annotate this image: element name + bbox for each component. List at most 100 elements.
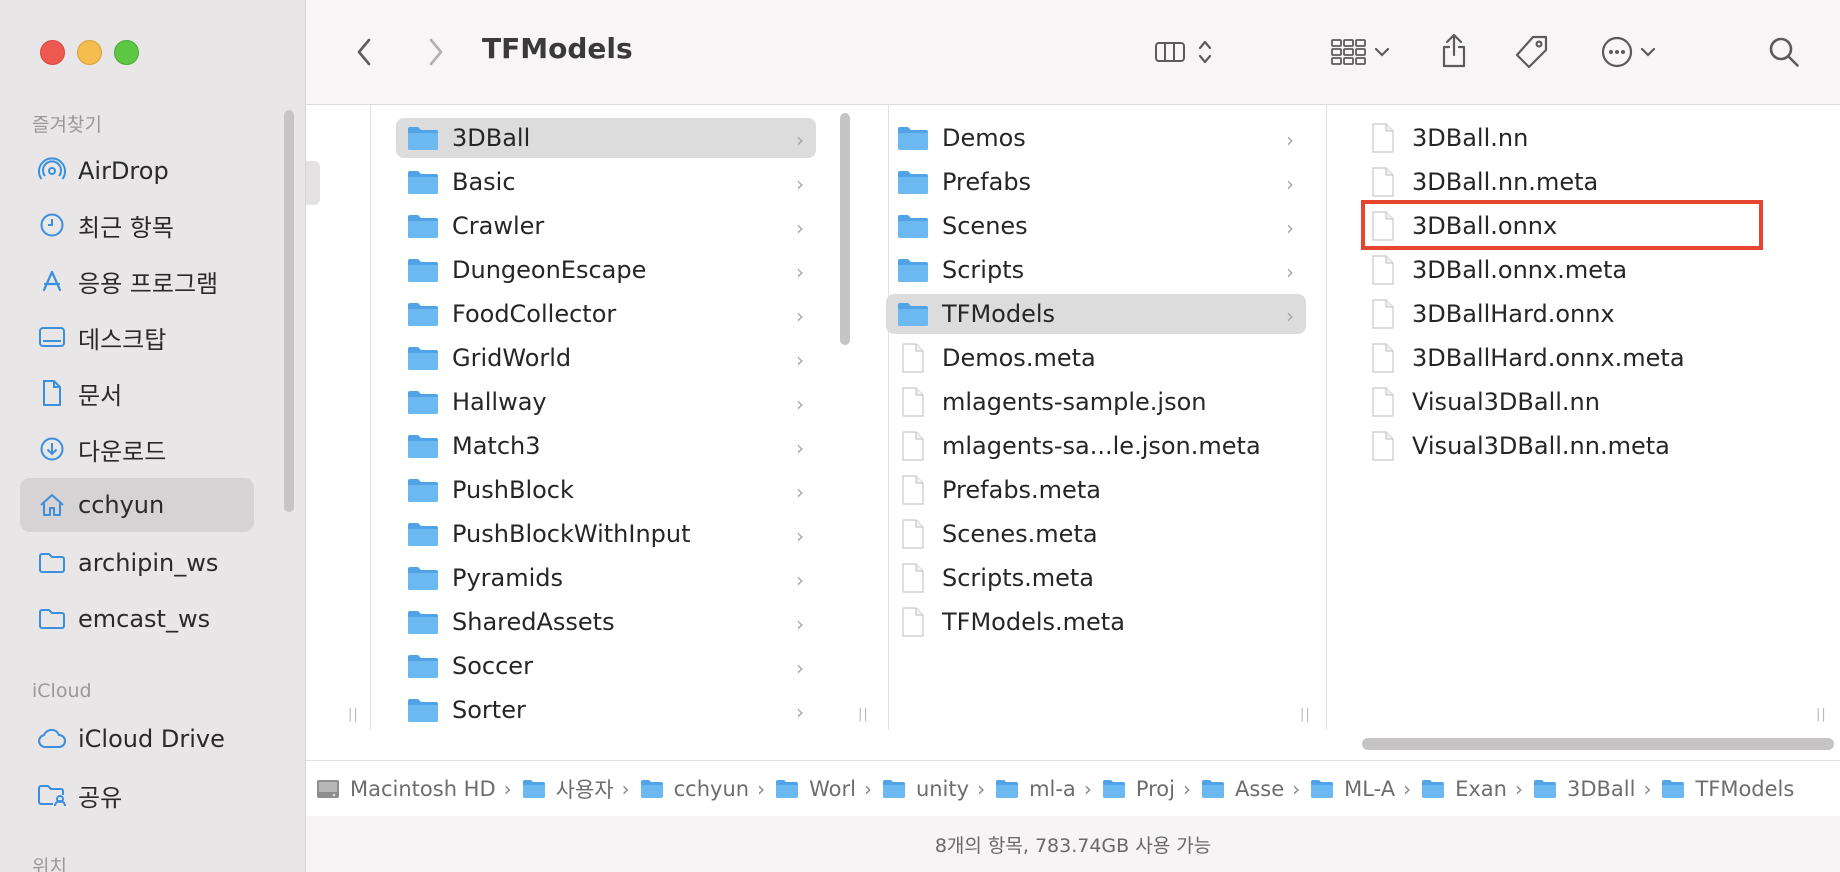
file-row[interactable]: Visual3DBall.nn (1356, 382, 1796, 422)
path-crumb[interactable]: Asse › (1201, 777, 1300, 801)
file-icon (896, 607, 930, 637)
forward-button[interactable] (418, 30, 454, 74)
path-crumb[interactable]: ML-A › (1310, 777, 1411, 801)
file-row[interactable]: Prefabs.meta (886, 470, 1306, 510)
zoom-button[interactable] (114, 40, 139, 65)
path-crumb[interactable]: 사용자 › (522, 774, 630, 804)
view-mode-button[interactable] (1144, 30, 1224, 74)
desktop-icon (36, 321, 68, 353)
more-actions-button[interactable] (1588, 30, 1668, 74)
path-crumb[interactable]: unity › (882, 777, 985, 801)
group-button[interactable] (1320, 30, 1400, 74)
file-row[interactable]: 3DBall.onnx.meta (1356, 250, 1796, 290)
horizontal-scrollbar[interactable] (1362, 738, 1834, 750)
sidebar-item-desktop[interactable]: 데스크탑 (20, 310, 254, 364)
sidebar-item-home[interactable]: cchyun (20, 478, 254, 532)
sidebar-item-icloud-drive[interactable]: iCloud Drive (20, 712, 254, 766)
folder-row[interactable]: Crawler › (396, 206, 816, 246)
sidebar-item-airdrop[interactable]: AirDrop (20, 144, 254, 198)
file-icon (896, 387, 930, 417)
folder-row[interactable]: PushBlock › (396, 470, 816, 510)
file-row[interactable]: Scripts.meta (886, 558, 1306, 598)
path-crumb[interactable]: Worl › (775, 777, 872, 801)
folder-row[interactable]: Match3 › (396, 426, 816, 466)
column-3dball: || Demos › Prefabs › Scenes › Scripts › TFModels… (860, 105, 1327, 730)
column-scrollbar[interactable] (840, 113, 850, 345)
file-row[interactable]: 3DBallHard.onnx (1356, 294, 1796, 334)
item-name: Soccer (452, 652, 533, 680)
folder-row[interactable]: Scripts › (886, 250, 1306, 290)
item-name: Scripts.meta (942, 564, 1095, 592)
chevron-right-icon: › (796, 216, 804, 240)
file-row[interactable]: mlagents-sa...le.json.meta (886, 426, 1306, 466)
folder-icon (640, 778, 666, 800)
file-icon (1366, 255, 1400, 285)
sidebar-item-emcast-ws[interactable]: emcast_ws (20, 592, 254, 646)
folder-row[interactable]: GridWorld › (396, 338, 816, 378)
path-crumb[interactable]: cchyun › (640, 777, 765, 801)
folder-row[interactable]: Demos › (886, 118, 1306, 158)
folder-row[interactable]: PushBlockWithInput › (396, 514, 816, 554)
item-name: TFModels.meta (942, 608, 1125, 636)
file-row[interactable]: Visual3DBall.nn.meta (1356, 426, 1796, 466)
folder-row[interactable]: Sorter › (396, 690, 816, 730)
chevron-down-icon (1640, 47, 1656, 57)
sidebar-item-applications[interactable]: 응용 프로그램 (20, 254, 254, 308)
folder-row[interactable]: Scenes › (886, 206, 1306, 246)
file-row[interactable]: TFModels.meta (886, 602, 1306, 642)
column-resize-handle[interactable]: || (1300, 707, 1311, 722)
column-resize-handle[interactable]: || (1816, 707, 1827, 722)
sidebar-item-label: 응용 프로그램 (78, 269, 219, 298)
folder-row[interactable]: DungeonEscape › (396, 250, 816, 290)
path-crumb[interactable]: Exan › (1421, 777, 1523, 801)
folder-row[interactable]: FoodCollector › (396, 294, 816, 334)
file-icon (1366, 299, 1400, 329)
folder-row[interactable]: 3DBall › (396, 118, 816, 158)
path-separator-icon: › (1403, 776, 1412, 801)
sidebar-item-recents[interactable]: 최근 항목 (20, 198, 254, 252)
file-row[interactable]: 3DBall.nn (1356, 118, 1796, 158)
item-name: Visual3DBall.nn (1412, 388, 1600, 416)
tags-button[interactable] (1508, 28, 1556, 76)
item-name: 3DBall.nn (1412, 124, 1529, 152)
finder-window: 즐겨찾기 AirDrop 최근 항목 응용 프로그램 데스크탑 문서 다운로드 … (0, 0, 1840, 872)
chevron-right-icon (429, 38, 443, 66)
folder-row[interactable]: Hallway › (396, 382, 816, 422)
sidebar-item-documents[interactable]: 문서 (20, 366, 254, 420)
file-row[interactable]: Demos.meta (886, 338, 1306, 378)
file-row[interactable]: Scenes.meta (886, 514, 1306, 554)
path-crumb[interactable]: Macintosh HD › (316, 777, 512, 801)
path-crumb[interactable]: 3DBall › (1533, 777, 1651, 801)
file-row[interactable]: 3DBallHard.onnx.meta (1356, 338, 1796, 378)
path-crumb[interactable]: TFModels (1661, 777, 1794, 801)
sidebar-item-downloads[interactable]: 다운로드 (20, 422, 254, 476)
path-crumb[interactable]: ml-a › (995, 777, 1092, 801)
chevron-right-icon: › (796, 392, 804, 416)
sidebar-scrollbar[interactable] (284, 110, 294, 512)
search-button[interactable] (1762, 30, 1806, 74)
path-separator-icon: › (977, 776, 986, 801)
path-crumb-label: 3DBall (1566, 776, 1636, 801)
item-name: PushBlockWithInput (452, 520, 691, 548)
folder-row[interactable]: Basic › (396, 162, 816, 202)
sidebar-item-archipin-ws[interactable]: archipin_ws (20, 536, 254, 590)
minimize-button[interactable] (77, 40, 102, 65)
folder-row[interactable]: SharedAssets › (396, 602, 816, 642)
column-resize-handle[interactable]: || (348, 707, 359, 722)
close-button[interactable] (40, 40, 65, 65)
share-button[interactable] (1432, 26, 1476, 76)
folder-row[interactable]: Soccer › (396, 646, 816, 686)
item-name: Hallway (452, 388, 547, 416)
back-button[interactable] (346, 30, 382, 74)
folder-row[interactable]: Pyramids › (396, 558, 816, 598)
file-row[interactable]: mlagents-sample.json (886, 382, 1306, 422)
file-icon (896, 431, 930, 461)
sidebar-item-shared[interactable]: 공유 (20, 768, 254, 822)
folder-row[interactable]: TFModels › (886, 294, 1306, 334)
folder-icon (896, 124, 930, 152)
path-crumb[interactable]: Proj › (1102, 777, 1191, 801)
folder-icon (406, 432, 440, 460)
path-crumb-label: TFModels (1695, 776, 1795, 801)
folder-row[interactable]: Prefabs › (886, 162, 1306, 202)
file-row[interactable]: 3DBall.nn.meta (1356, 162, 1796, 202)
